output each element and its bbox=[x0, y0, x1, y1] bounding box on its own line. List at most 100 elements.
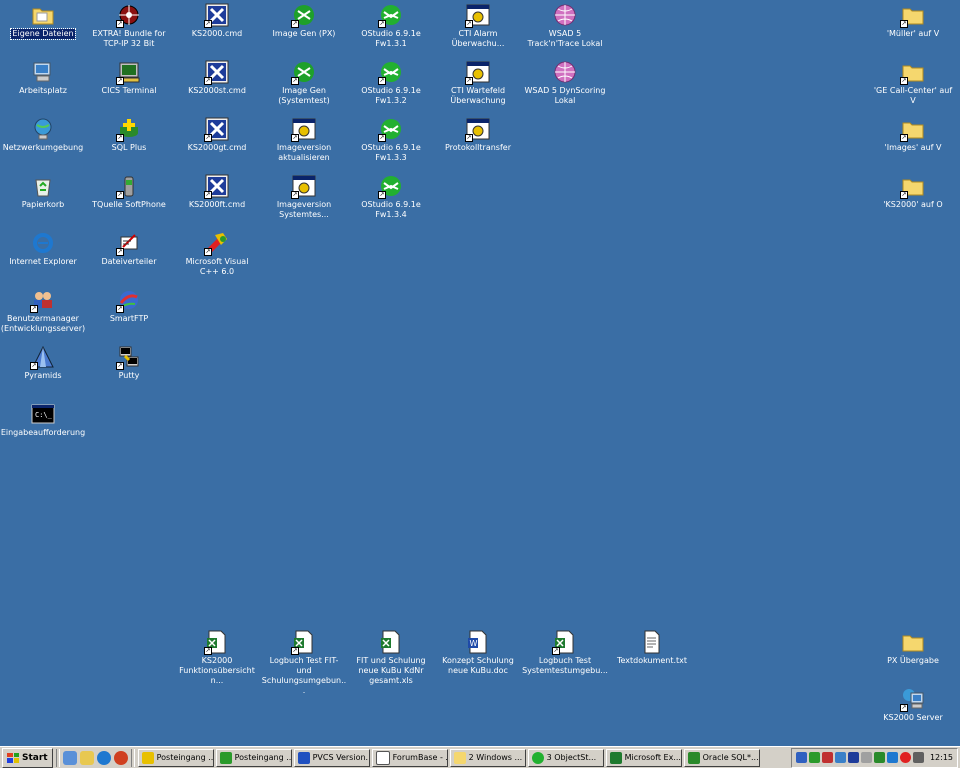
start-button[interactable]: Start bbox=[2, 747, 53, 768]
desktop-icon-eigene-dateien[interactable]: Eigene Dateien bbox=[0, 3, 86, 40]
desktop-icon-ks2000-cmd[interactable]: ↗ KS2000.cmd bbox=[174, 3, 260, 39]
tray-app-icon[interactable] bbox=[873, 752, 885, 763]
desktop-icon-visual-cpp[interactable]: ↗ Microsoft Visual C++ 6.0 bbox=[174, 231, 260, 277]
desktop-icon-ks2000gt-cmd[interactable]: ↗ KS2000gt.cmd bbox=[174, 117, 260, 153]
image-gen-icon: ↗ bbox=[291, 3, 316, 28]
desktop-icon-ge-call-center-auf-v[interactable]: ↗ 'GE Call-Center' auf V bbox=[870, 60, 956, 106]
desktop-icon-dateiverteiler[interactable]: ↗ Dateiverteiler bbox=[86, 231, 172, 267]
application-window-icon: ↗ bbox=[465, 117, 490, 142]
desktop-icon-ks2000st-cmd[interactable]: ↗ KS2000st.cmd bbox=[174, 60, 260, 96]
desktop-icon-pyramids[interactable]: ↗ Pyramids bbox=[0, 345, 86, 381]
desktop-icon-images-auf-v[interactable]: ↗ 'Images' auf V bbox=[870, 117, 956, 153]
desktop-icon-extra-bundle[interactable]: ↗ EXTRA! Bundle for TCP-IP 32 Bit bbox=[86, 3, 172, 49]
taskbar-button-oracle-sql[interactable]: Oracle SQL*... bbox=[683, 748, 760, 767]
desktop-icon-sql-plus[interactable]: ↗ SQL Plus bbox=[86, 117, 172, 153]
desktop-icon-wsad-track-trace[interactable]: WSAD 5 Track'n'Trace Lokal bbox=[522, 3, 608, 49]
tray-app-icon[interactable] bbox=[847, 752, 859, 763]
shortcut-arrow-icon: ↗ bbox=[465, 134, 473, 142]
volume-icon[interactable] bbox=[912, 752, 924, 763]
desktop-icon-mueller-auf-v[interactable]: ↗ 'Müller' auf V bbox=[870, 3, 956, 39]
taskbar-button-microsoft-excel[interactable]: Microsoft Ex... bbox=[605, 748, 682, 767]
desktop-icon-ostudio-132[interactable]: ↗ OStudio 6.9.1e Fw1.3.2 bbox=[348, 60, 434, 106]
shortcut-arrow-icon: ↗ bbox=[291, 20, 299, 28]
desktop-icon-putty[interactable]: ↗ Putty bbox=[86, 345, 172, 381]
desktop-icon-konzept-schulung-doc[interactable]: W Konzept Schulung neue KuBu.doc bbox=[435, 630, 521, 676]
desktop-icon-cti-alarm[interactable]: ↗ CTI Alarm Überwachu... bbox=[435, 3, 521, 49]
excel-file-icon: ↗ bbox=[204, 630, 229, 655]
shortcut-arrow-icon: ↗ bbox=[204, 647, 212, 655]
antivirus-icon[interactable] bbox=[899, 752, 911, 763]
desktop-icon-benutzermanager[interactable]: ↗ Benutzermanager (Entwicklungsserver) bbox=[0, 288, 86, 334]
taskbar-button-windows-group[interactable]: 2 Windows ... bbox=[449, 748, 526, 767]
desktop-icon-cics-terminal[interactable]: ↗ CICS Terminal bbox=[86, 60, 172, 96]
network-folder-icon: ↗ bbox=[900, 174, 925, 199]
desktop-icon-ostudio-131[interactable]: ↗ OStudio 6.9.1e Fw1.3.1 bbox=[348, 3, 434, 49]
desktop-icon-logbuch-test-systemtest[interactable]: ↗ Logbuch Test Systemtestumgebu... bbox=[522, 630, 608, 676]
taskbar-button-posteingang-1[interactable]: Posteingang ... bbox=[137, 748, 214, 767]
desktop-icon-image-gen-systemtest[interactable]: ↗ Image Gen (Systemtest) bbox=[261, 60, 347, 106]
shortcut-arrow-icon: ↗ bbox=[378, 191, 386, 199]
desktop-icon-fit-und-schulung-xls[interactable]: FIT und Schulung neue KuBu KdNr gesamt.x… bbox=[348, 630, 434, 686]
taskbar-separator bbox=[55, 748, 60, 767]
desktop-icon-px-uebergabe[interactable]: PX Übergabe bbox=[870, 630, 956, 666]
taskbar-button-objectstudio-group[interactable]: 3 ObjectSt... bbox=[527, 748, 604, 767]
shortcut-arrow-icon: ↗ bbox=[552, 647, 560, 655]
ostudio-icon: ↗ bbox=[378, 174, 403, 199]
shortcut-arrow-icon: ↗ bbox=[900, 20, 908, 28]
tray-app-icon[interactable] bbox=[860, 752, 872, 763]
desktop-icon-arbeitsplatz[interactable]: Arbeitsplatz bbox=[0, 60, 86, 96]
desktop-icon-internet-explorer[interactable]: Internet Explorer bbox=[0, 231, 86, 267]
desktop-icon-image-gen-px[interactable]: ↗ Image Gen (PX) bbox=[261, 3, 347, 39]
excel-file-icon: ↗ bbox=[291, 630, 316, 655]
folder-icon bbox=[901, 630, 925, 654]
explorer-icon[interactable] bbox=[79, 750, 94, 765]
desktop-icon-tquelle-softphone[interactable]: ↗ TQuelle SoftPhone bbox=[86, 174, 172, 210]
command-prompt-icon: C:\_ bbox=[31, 402, 55, 426]
internet-explorer-icon[interactable] bbox=[96, 750, 111, 765]
desktop-icon-wsad-dynscoring[interactable]: WSAD 5 DynScoring Lokal bbox=[522, 60, 608, 106]
batch-file-icon: ↗ bbox=[204, 174, 229, 199]
application-window-icon: ↗ bbox=[465, 60, 490, 85]
desktop-icon-eingabeaufforderung[interactable]: C:\_ Eingabeaufforderung bbox=[0, 402, 86, 438]
monitor-icon[interactable] bbox=[834, 752, 846, 763]
network-icon[interactable] bbox=[795, 752, 807, 763]
desktop-icon-ks2000-auf-o[interactable]: ↗ 'KS2000' auf O bbox=[870, 174, 956, 210]
taskbar-button-posteingang-2[interactable]: Posteingang ... bbox=[215, 748, 292, 767]
desktop-icon-cti-wartefeld[interactable]: ↗ CTI Wartefeld Überwachung bbox=[435, 60, 521, 106]
tray-app-icon[interactable] bbox=[808, 752, 820, 763]
ostudio-icon: ↗ bbox=[378, 117, 403, 142]
desktop-icon-smartftp[interactable]: ↗ SmartFTP bbox=[86, 288, 172, 324]
taskbar-button-forumbase[interactable]: ForumBase - ... bbox=[371, 748, 448, 767]
shortcut-arrow-icon: ↗ bbox=[204, 134, 212, 142]
desktop-icon-logbuch-test-fit[interactable]: ↗ Logbuch Test FIT- und Schulungsumgebun… bbox=[261, 630, 347, 696]
desktop-icon-papierkorb[interactable]: Papierkorb bbox=[0, 174, 86, 210]
desktop-icon-ks2000-server[interactable]: ↗ KS2000 Server bbox=[870, 687, 956, 723]
text-file-icon bbox=[640, 630, 664, 654]
folder-icon bbox=[453, 751, 466, 764]
recycle-bin-icon bbox=[31, 174, 55, 198]
desktop-icon-imageversion-aktualisieren[interactable]: ↗ Imageversion aktualisieren bbox=[261, 117, 347, 163]
desktop-icon-ostudio-133[interactable]: ↗ OStudio 6.9.1e Fw1.3.3 bbox=[348, 117, 434, 163]
smartftp-icon: ↗ bbox=[116, 288, 141, 313]
desktop-icon-ostudio-134[interactable]: ↗ OStudio 6.9.1e Fw1.3.4 bbox=[348, 174, 434, 220]
file-distributor-icon: ↗ bbox=[116, 231, 141, 256]
network-globe-icon bbox=[31, 117, 55, 141]
desktop-icon-ks2000-funktionsuebersicht[interactable]: ↗ KS2000 Funktionsübersicht n... bbox=[174, 630, 260, 686]
desktop-icon-imageversion-systemtest[interactable]: ↗ Imageversion Systemtes... bbox=[261, 174, 347, 220]
desktop-icon-textdokument[interactable]: Textdokument.txt bbox=[609, 630, 695, 666]
taskbar-button-pvcs[interactable]: PVCS Version... bbox=[293, 748, 370, 767]
clock[interactable]: 12:15 bbox=[930, 753, 953, 762]
application-window-icon: ↗ bbox=[291, 117, 316, 142]
show-desktop-icon[interactable] bbox=[62, 750, 77, 765]
desktop-icon-ks2000ft-cmd[interactable]: ↗ KS2000ft.cmd bbox=[174, 174, 260, 210]
security-icon[interactable] bbox=[821, 752, 833, 763]
ostudio-icon: ↗ bbox=[378, 3, 403, 28]
media-player-icon[interactable] bbox=[113, 750, 128, 765]
svg-text:W: W bbox=[470, 639, 478, 648]
shield-icon[interactable] bbox=[886, 752, 898, 763]
shortcut-arrow-icon: ↗ bbox=[291, 647, 299, 655]
shortcut-arrow-icon: ↗ bbox=[116, 20, 124, 28]
desktop-icon-protokolltransfer[interactable]: ↗ Protokolltransfer bbox=[435, 117, 521, 153]
desktop-icon-netzwerkumgebung[interactable]: Netzwerkumgebung bbox=[0, 117, 86, 153]
desktop[interactable]: Eigene Dateien Arbeitsplatz Netzwerkumge… bbox=[0, 0, 960, 746]
